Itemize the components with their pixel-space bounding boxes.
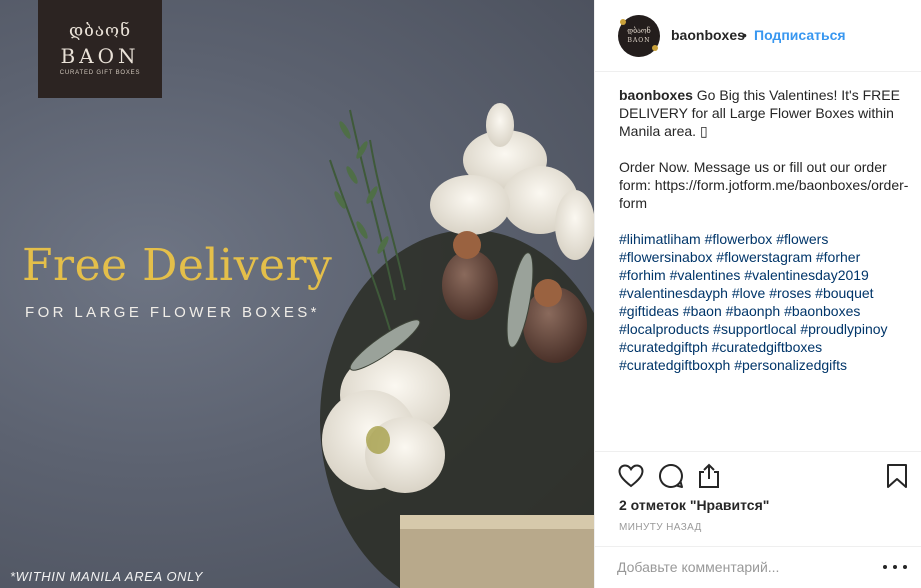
avatar-decoration [620,19,626,25]
comment-icon[interactable] [657,462,685,490]
brand-logo: დბაონ BAON CURATED GIFT BOXES [38,0,162,98]
avatar-decoration [652,45,658,51]
post-timestamp[interactable]: МИНУТУ НАЗАД [619,522,702,533]
comment-input[interactable] [617,559,867,575]
logo-script-text: დბაონ [68,20,132,41]
caption-username-link[interactable]: baonboxes [619,87,693,103]
logo-wordmark: BAON [60,43,140,68]
hashtag-link[interactable]: #proudlypinoy [800,321,887,337]
hashtag-link[interactable]: #flowerstagram [716,249,812,265]
promo-subline: FOR LARGE FLOWER BOXES* [25,304,320,321]
header-separator: • [742,27,747,43]
hashtag-link[interactable]: #curatedgiftboxes [712,339,823,355]
promo-footnote: *WITHIN MANILA AREA ONLY [10,569,204,584]
action-bar [595,451,921,499]
hashtag-link[interactable]: #baon [683,303,722,319]
hashtag-link[interactable]: #curatedgiftboxph [619,357,730,373]
promo-headline: Free Delivery [22,240,333,291]
post-header: დბაონ BAON baonboxes • Подписаться [595,0,921,72]
hashtag-link[interactable]: #valentinesday2019 [744,267,869,283]
hashtag-link[interactable]: #forher [816,249,860,265]
logo-tagline: CURATED GIFT BOXES [59,69,141,76]
hashtag-link[interactable]: #baonboxes [784,303,860,319]
post-image[interactable]: დბაონ BAON CURATED GIFT BOXES Free Deliv… [0,0,594,588]
caption-order-text: Order Now. Message us or fill out our or… [619,159,909,211]
hashtag-link[interactable]: #giftideas [619,303,679,319]
more-icon[interactable] [883,557,907,577]
hashtag-list: #lihimatliham #flowerbox #flowers #flowe… [619,230,909,374]
hashtag-link[interactable]: #flowers [776,231,828,247]
hashtag-link[interactable]: #supportlocal [713,321,796,337]
bookmark-icon[interactable] [883,462,911,490]
hashtag-link[interactable]: #valentinesdayph [619,285,728,301]
hashtag-link[interactable]: #localproducts [619,321,709,337]
post-caption: baonboxes Go Big this Valentines! It's F… [619,86,909,392]
avatar[interactable]: დბაონ BAON [618,15,660,57]
header-username-link[interactable]: baonboxes [671,27,745,43]
hashtag-link[interactable]: #roses [769,285,811,301]
hashtag-link[interactable]: #flowersinabox [619,249,712,265]
hashtag-link[interactable]: #personalizedgifts [734,357,847,373]
hashtag-link[interactable]: #flowerbox [705,231,773,247]
hashtag-link[interactable]: #love [732,285,765,301]
hashtag-link[interactable]: #curatedgiftph [619,339,708,355]
comment-bar [595,546,921,588]
hashtag-link[interactable]: #forhim [619,267,666,283]
post-side-panel: დბაონ BAON baonboxes • Подписаться baonb… [594,0,921,588]
caption-emoji: ▯ [699,123,708,139]
hashtag-link[interactable]: #bouquet [815,285,873,301]
likes-count[interactable]: 2 отметок "Нравится" [619,497,769,513]
share-icon[interactable] [695,462,723,490]
heart-icon[interactable] [617,462,645,490]
follow-button[interactable]: Подписаться [754,27,846,43]
avatar-script-text: დბაონ [627,27,651,35]
avatar-wordmark: BAON [627,37,651,44]
hashtag-link[interactable]: #baonph [726,303,781,319]
hashtag-link[interactable]: #lihimatliham [619,231,701,247]
hashtag-link[interactable]: #valentines [670,267,741,283]
